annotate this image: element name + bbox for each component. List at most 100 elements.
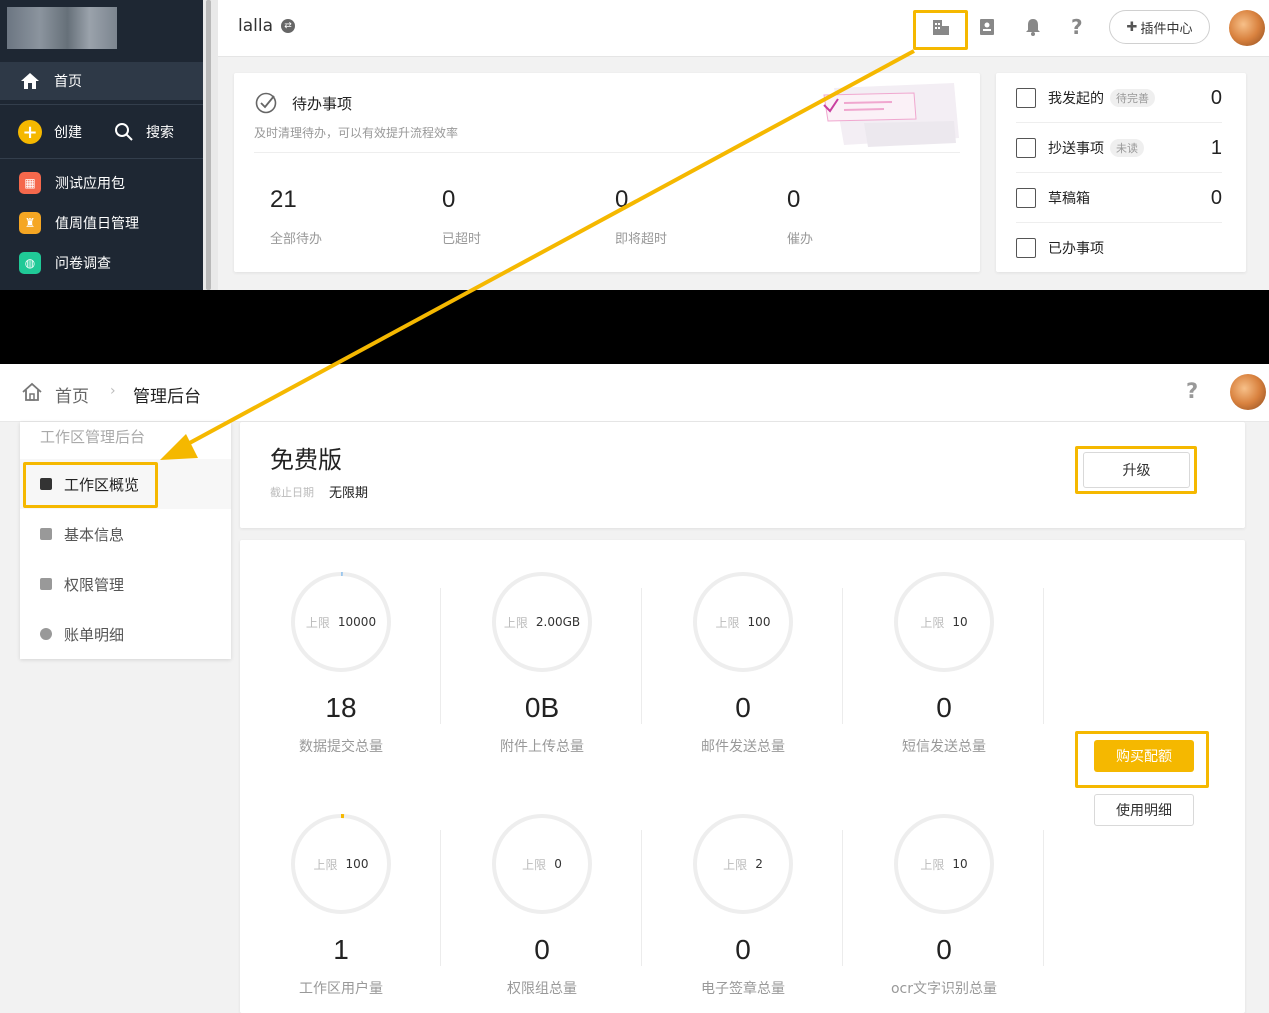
menu-item-label: 权限管理: [64, 575, 125, 594]
contacts-icon[interactable]: [978, 18, 996, 36]
limit-value: 2: [755, 857, 763, 871]
mail-icon: [1016, 138, 1036, 158]
quota-label: 电子签章总量: [701, 981, 785, 997]
help-icon[interactable]: ?: [1071, 15, 1083, 39]
status-badge: 待完善: [1110, 89, 1155, 107]
limit-prefix: 上限: [723, 857, 748, 872]
chevron-right-icon: ›: [110, 383, 116, 399]
menu-item-basic-info[interactable]: 基本信息: [20, 509, 231, 559]
quota-gauge-ring: 上限 10: [894, 814, 994, 914]
help-icon[interactable]: ?: [1186, 379, 1198, 403]
row-count: 0: [1210, 187, 1222, 209]
globe-app-icon: ◍: [19, 252, 41, 274]
column-divider: [1043, 588, 1044, 724]
separator-band: [0, 290, 1269, 364]
quota-label: ocr文字识别总量: [890, 981, 998, 997]
quota-label: 权限组总量: [507, 981, 577, 997]
search-label: 搜索: [146, 125, 174, 141]
todo-illustration: [823, 83, 959, 147]
menu-section-title: 工作区管理后台: [40, 428, 146, 446]
quota-label: 工作区用户量: [299, 981, 383, 997]
column-divider: [641, 588, 642, 724]
breadcrumb-home[interactable]: 首页: [55, 382, 89, 407]
quota-label: 数据提交总量: [299, 739, 383, 755]
limit-prefix: 上限: [715, 615, 740, 630]
logo: [7, 7, 117, 49]
create-label: 创建: [54, 125, 82, 141]
menu-item-label: 账单明细: [64, 625, 125, 644]
row-label: 抄送事项: [1048, 141, 1104, 157]
expiry-label: 截止日期: [270, 486, 314, 499]
limit-prefix: 上限: [920, 857, 945, 872]
limit-prefix: 上限: [522, 857, 547, 872]
row-count: 0: [1210, 87, 1222, 109]
avatar[interactable]: [1229, 10, 1265, 46]
limit-value: 10: [952, 857, 968, 871]
my-initiated-row[interactable]: 我发起的 待完善: [1016, 73, 1226, 123]
sidebar-scrollbar[interactable]: [206, 0, 211, 290]
gauge-progress-arc: [340, 814, 345, 819]
column-divider: [842, 830, 843, 966]
row-label: 我发起的: [1048, 91, 1104, 107]
drafts-row[interactable]: 草稿箱: [1016, 173, 1226, 223]
row-label: 草稿箱: [1048, 191, 1090, 207]
todo-stat-label: 催办: [787, 232, 814, 247]
status-badge: 未读: [1110, 139, 1144, 157]
todo-stat-value[interactable]: 0: [787, 186, 800, 214]
sidebar-divider: [0, 104, 203, 105]
quota-label: 短信发送总量: [902, 739, 986, 755]
breadcrumb-current: 管理后台: [133, 387, 201, 407]
admin-header: 首页 › 管理后台 ?: [0, 364, 1269, 422]
sidebar-app-item[interactable]: ▦ 测试应用包: [0, 171, 203, 195]
workspace-name: lalla: [238, 16, 274, 36]
quota-used-value: 0: [936, 934, 952, 965]
limit-value: 2.00GB: [535, 615, 581, 629]
menu-item-label: 基本信息: [64, 525, 125, 544]
admin-menu: 工作区管理后台 工作区概览 基本信息 权限管理 账单明细: [20, 422, 231, 659]
todo-stat-value[interactable]: 21: [270, 186, 297, 214]
sidebar: 首页 + 创建 搜索 ▦ 测试应用包 ♜ 值周值日管理 ◍ 问卷调查: [0, 0, 203, 290]
switch-icon: ⇄: [281, 19, 296, 33]
limit-prefix: 上限: [503, 615, 528, 630]
row-label: 已办事项: [1048, 241, 1104, 257]
search-button[interactable]: 搜索: [114, 122, 174, 142]
expiry-value: 无限期: [329, 486, 369, 501]
create-button[interactable]: + 创建: [0, 120, 82, 144]
quota-gauge-ring: 上限 2: [693, 814, 793, 914]
sidebar-app-item[interactable]: ♜ 值周值日管理: [0, 211, 203, 235]
todo-title: 待办事项: [292, 95, 353, 113]
menu-item-billing[interactable]: 账单明细: [20, 609, 231, 659]
menu-item-permissions[interactable]: 权限管理: [20, 559, 231, 609]
avatar[interactable]: [1230, 374, 1266, 410]
limit-value: 0: [554, 857, 562, 871]
bell-icon[interactable]: [1024, 18, 1042, 36]
limit-value: 100: [747, 615, 771, 629]
weights-app-icon: ♜: [19, 212, 41, 234]
quota-gauge-ring: 上限 2.00GB: [492, 572, 592, 672]
quota-gauge-ring: 上限 0: [492, 814, 592, 914]
quota-used-value: 0: [534, 934, 550, 965]
quota-label: 附件上传总量: [500, 739, 584, 755]
top-screenshot: 首页 + 创建 搜索 ▦ 测试应用包 ♜ 值周值日管理 ◍ 问卷调查 lalla…: [0, 0, 1269, 290]
quota-gauge-ring: 上限 10: [894, 572, 994, 672]
usage-detail-button[interactable]: 使用明细: [1094, 794, 1194, 826]
home-outline-icon[interactable]: [21, 381, 43, 403]
todo-stat-label: 全部待办: [270, 232, 323, 247]
quota-gauge-ring: 上限 10000: [291, 572, 391, 672]
todo-stat-value[interactable]: 0: [442, 186, 455, 214]
workspace-switcher[interactable]: lalla ⇄: [238, 16, 296, 36]
puzzle-icon: ✚: [1126, 19, 1138, 35]
sidebar-app-label: 测试应用包: [55, 176, 125, 192]
sidebar-app-item[interactable]: ◍ 问卷调查: [0, 251, 203, 275]
cc-items-row[interactable]: 抄送事项 未读: [1016, 123, 1226, 173]
nav-home[interactable]: 首页: [0, 62, 203, 100]
limit-value: 10: [952, 615, 968, 629]
highlight-box: [1075, 446, 1197, 494]
todo-stat-value[interactable]: 0: [615, 186, 628, 214]
gauge-progress-arc: [340, 572, 343, 577]
row-count: 1: [1210, 137, 1222, 159]
todo-stat-label: 即将超时: [615, 232, 668, 247]
my-items-card: 我发起的 待完善 0 抄送事项 未读 1 草稿箱 0 已办事项: [996, 73, 1246, 272]
done-items-row[interactable]: 已办事项: [1016, 223, 1226, 273]
plugin-center-button[interactable]: ✚ 插件中心: [1109, 10, 1210, 44]
